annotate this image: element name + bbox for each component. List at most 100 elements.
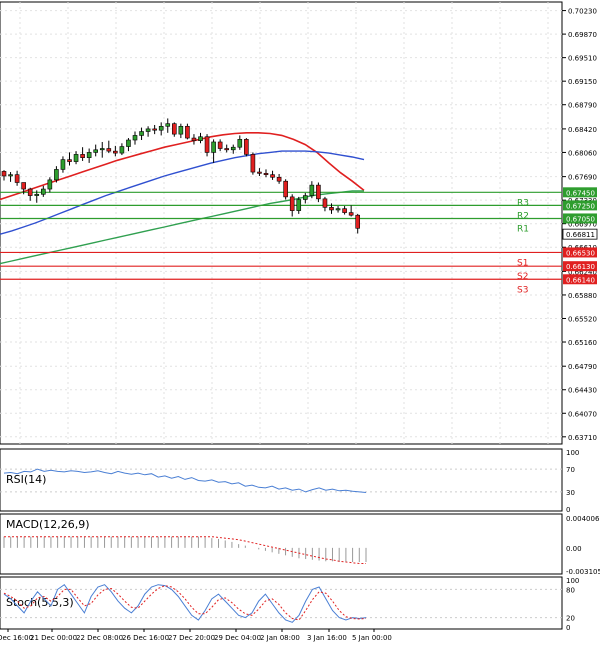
level-price-label: 0.67050 (566, 215, 595, 223)
candle-body (126, 139, 131, 147)
candle-body (309, 184, 315, 196)
candle-body (348, 212, 354, 216)
price-tick-label: 0.68420 (568, 126, 597, 134)
current-price-label: 0.66811 (566, 231, 595, 239)
candle-body (172, 123, 177, 135)
candle-body (211, 141, 216, 153)
candle-body (47, 179, 53, 190)
price-tick-label: 0.64430 (568, 387, 597, 395)
stoch-tick-label: 20 (566, 615, 575, 623)
macd-tick-label: 0.00 (566, 545, 582, 553)
rsi-tick-label: 100 (566, 449, 579, 457)
candle-body (145, 128, 151, 132)
level-name-r1: R1 (517, 224, 529, 234)
time-tick-label: 20 Dec 16:00 (0, 634, 33, 642)
candle-body (113, 150, 118, 154)
forex-chart: R3 R2 R1 S1 S2 S3 RSI(14) MACD(12,26,9) Stoch… (0, 0, 600, 645)
stoch-tick-label: 100 (566, 577, 579, 585)
price-tick-label: 0.65880 (568, 292, 597, 300)
level-name-s2: S2 (517, 272, 528, 282)
price-tick-label: 0.69150 (568, 78, 597, 86)
macd-title: MACD(12,26,9) (6, 518, 90, 531)
price-tick-label: 0.68790 (568, 102, 597, 110)
level-price-label: 0.66530 (566, 249, 595, 257)
candle-body (80, 154, 85, 158)
candle-body (178, 125, 184, 135)
level-name-s1: S1 (517, 258, 528, 268)
candle-body (237, 139, 243, 148)
candle-body (198, 136, 203, 141)
candle-body (257, 171, 262, 174)
level-price-label: 0.66130 (566, 263, 595, 271)
candle-body (296, 199, 302, 211)
candle-body (86, 152, 92, 158)
price-tick-label: 0.68060 (568, 149, 597, 157)
rsi-title: RSI(14) (6, 473, 46, 486)
candle-body (217, 141, 223, 149)
candle-body (224, 148, 229, 151)
price-tick-label: 0.65160 (568, 339, 597, 347)
candle-body (8, 174, 13, 177)
price-tick-label: 0.63710 (568, 434, 597, 442)
rsi-tick-label: 0 (566, 506, 570, 514)
candle-body (230, 146, 236, 151)
time-tick-label: 5 Jan 00:00 (352, 634, 392, 642)
candle-body (139, 131, 144, 136)
candle-body (316, 184, 321, 200)
candle-body (355, 214, 361, 229)
stoch-tick-label: 0 (566, 624, 570, 632)
candle-body (132, 135, 138, 141)
price-tick-label: 0.64070 (568, 410, 597, 418)
candle-body (60, 159, 66, 170)
candle (185, 123, 190, 140)
candle-body (73, 154, 79, 162)
candle-body (185, 125, 190, 139)
candle-body (27, 188, 33, 196)
candle-body (99, 148, 105, 151)
time-tick-label: 22 Dec 08:00 (76, 634, 123, 642)
candle-body (342, 208, 347, 213)
candle (244, 138, 249, 157)
level-name-r3: R3 (517, 198, 529, 208)
price-tick-label: 0.67690 (568, 174, 597, 182)
candle-body (191, 137, 197, 141)
candle-body (158, 125, 164, 131)
time-tick-label: 3 Jan 16:00 (307, 634, 347, 642)
price-tick-label: 0.65520 (568, 315, 597, 323)
candle-body (329, 207, 334, 211)
candle-body (270, 174, 275, 178)
level-price-label: 0.67250 (566, 202, 595, 210)
candle-body (1, 171, 7, 177)
time-tick-label: 21 Dec 00:00 (30, 634, 77, 642)
level-price-label: 0.67450 (566, 189, 595, 197)
stoch-tick-label: 80 (566, 586, 575, 594)
candle (283, 179, 288, 200)
candle-body (244, 139, 249, 155)
candle-body (67, 159, 72, 162)
price-tick-label: 0.69870 (568, 31, 597, 39)
candle-body (322, 198, 328, 208)
level-name-s3: S3 (517, 285, 528, 295)
price-tick-label: 0.69510 (568, 55, 597, 63)
candle-body (34, 193, 40, 196)
time-tick-label: 29 Dec 04:00 (214, 634, 261, 642)
candle-body (93, 149, 98, 153)
price-tick-label: 0.64790 (568, 363, 597, 371)
candle-body (283, 180, 288, 198)
candle-body (263, 173, 269, 175)
candle (250, 152, 256, 175)
stoch-title: Stoch(5,5,3) (6, 596, 74, 609)
candle-body (14, 174, 20, 183)
candle-body (106, 148, 112, 152)
time-tick-label: 26 Dec 16:00 (122, 634, 169, 642)
rsi-tick-label: 70 (566, 466, 575, 474)
level-name-r2: R2 (517, 211, 529, 221)
candle-body (335, 208, 341, 211)
candle-body (54, 169, 59, 181)
candle-body (165, 123, 171, 127)
time-tick-label: 27 Dec 20:00 (168, 634, 215, 642)
candle-body (289, 196, 295, 211)
price-tick-label: 0.70230 (568, 8, 597, 16)
candle-body (276, 176, 282, 182)
candle-body (204, 136, 210, 153)
